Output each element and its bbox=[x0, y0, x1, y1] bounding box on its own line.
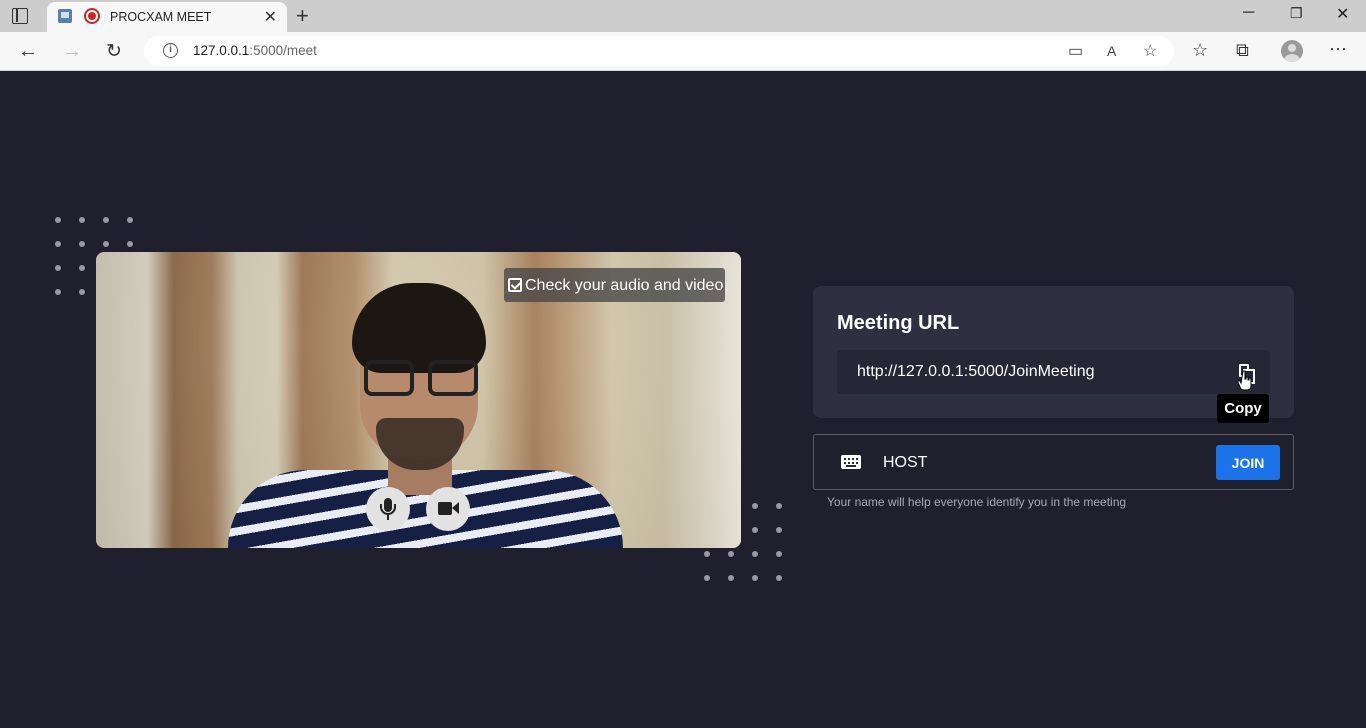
info-icon[interactable]: i bbox=[163, 43, 178, 58]
more-options-icon[interactable]: ··· bbox=[1329, 38, 1347, 59]
browser-tab-strip: PROCXAM MEET ✕ + ─ ❐ ✕ bbox=[0, 0, 1366, 32]
camera-toggle-button[interactable] bbox=[426, 487, 470, 531]
microphone-toggle-button[interactable] bbox=[366, 487, 410, 531]
display-name-value[interactable]: HOST bbox=[883, 454, 927, 472]
display-name-helper-text: Your name will help everyone identify yo… bbox=[827, 495, 1127, 509]
browser-tab[interactable]: PROCXAM MEET ✕ bbox=[47, 2, 287, 32]
monitor-icon bbox=[58, 9, 72, 23]
close-tab-icon[interactable]: ✕ bbox=[264, 7, 277, 27]
forward-icon[interactable]: → bbox=[62, 40, 82, 63]
check-audio-video-badge: Check your audio and video bbox=[504, 268, 725, 302]
camera-permission-icon[interactable]: ▭ bbox=[1068, 41, 1083, 61]
new-tab-icon[interactable]: + bbox=[296, 3, 309, 29]
favorites-icon[interactable]: ☆ bbox=[1192, 40, 1208, 61]
read-aloud-icon[interactable]: A bbox=[1107, 43, 1116, 59]
minimize-icon[interactable]: ─ bbox=[1243, 4, 1254, 22]
close-window-icon[interactable]: ✕ bbox=[1336, 4, 1349, 24]
meeting-url-heading: Meeting URL bbox=[837, 312, 960, 334]
hand-cursor-icon bbox=[1238, 370, 1252, 391]
meeting-url-value[interactable]: http://127.0.0.1:5000/JoinMeeting bbox=[857, 363, 1095, 381]
keyboard-icon bbox=[841, 455, 861, 469]
copy-tooltip: Copy bbox=[1217, 394, 1269, 423]
tab-title: PROCXAM MEET bbox=[110, 10, 212, 24]
address-toolbar: ← → ↻ i 127.0.0.1:5000/meet ▭ A ☆ ☆ ⧉ ··… bbox=[0, 32, 1366, 71]
add-favorite-icon[interactable]: ☆ bbox=[1143, 41, 1157, 61]
meeting-url-field[interactable]: http://127.0.0.1:5000/JoinMeeting bbox=[837, 350, 1270, 394]
address-bar[interactable]: i 127.0.0.1:5000/meet ▭ A ☆ bbox=[144, 36, 1174, 66]
address-url[interactable]: 127.0.0.1:5000/meet bbox=[193, 43, 317, 58]
recording-icon bbox=[84, 8, 100, 24]
restore-icon[interactable]: ❐ bbox=[1290, 5, 1303, 22]
tab-actions-icon[interactable] bbox=[12, 8, 28, 24]
join-button[interactable]: JOIN bbox=[1216, 445, 1280, 480]
check-audio-video-label: Check your audio and video bbox=[525, 277, 724, 294]
back-icon[interactable]: ← bbox=[18, 40, 38, 63]
display-name-field[interactable]: HOST JOIN bbox=[813, 434, 1294, 490]
refresh-icon[interactable]: ↻ bbox=[106, 40, 122, 63]
copy-tooltip-text: Copy bbox=[1224, 400, 1262, 417]
profile-avatar[interactable] bbox=[1281, 40, 1303, 62]
checkbox-icon bbox=[508, 278, 522, 292]
collections-icon[interactable]: ⧉ bbox=[1236, 40, 1249, 61]
